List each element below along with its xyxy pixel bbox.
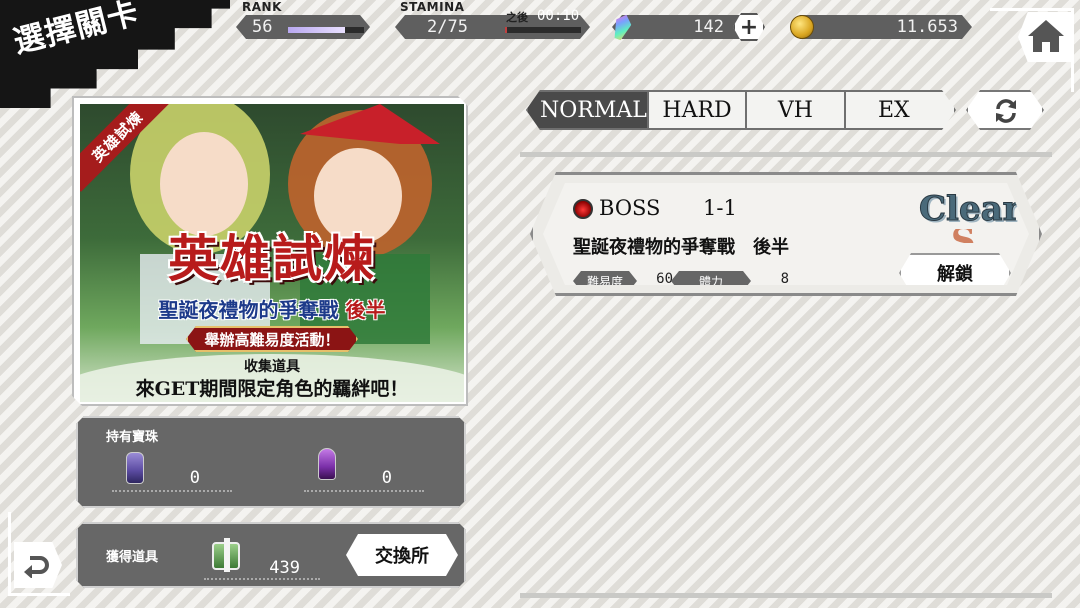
stamina-progress-fill — [505, 27, 507, 33]
gold-bar: 11.653 — [790, 15, 972, 39]
refresh-button[interactable] — [966, 90, 1044, 130]
quest-name: 聖誕夜禮物的爭奪戰 後半 — [573, 237, 789, 258]
gold-count: 11.653 — [896, 17, 958, 37]
back-icon — [24, 556, 49, 578]
difficulty-tag: 難易度 — [573, 271, 637, 291]
items-label: 獲得道具 — [106, 550, 159, 565]
stamina-cost-tag: 體力 — [671, 271, 751, 291]
event-subtitle-part: 後半 — [345, 298, 386, 322]
orbs-panel: 持有寶珠 0 0 — [76, 416, 466, 508]
quest-type: BOSS — [599, 196, 661, 220]
event-banner[interactable]: 英雄試煉 英雄試煉 聖誕夜禮物的爭奪戰 後半 舉辦高難易度活動！ 收集道具 來G… — [72, 96, 468, 406]
items-count: 439 — [204, 558, 320, 580]
event-limited-line: 來GET期間限定角色的羈絆吧！ — [135, 378, 409, 400]
difficulty-tabs: NORMAL HARD VH EX — [526, 90, 954, 130]
orbs-label: 持有寶珠 — [106, 430, 159, 445]
exchange-button[interactable]: 交換所 — [346, 534, 458, 576]
tab-vh[interactable]: VH — [745, 90, 846, 130]
refresh-icon — [992, 97, 1020, 125]
stamina-progress — [505, 27, 581, 33]
rank-progress-fill — [288, 27, 345, 33]
quest-list-top-border — [520, 152, 1052, 157]
stamina-value: 2/75 — [427, 17, 468, 37]
coin-icon — [790, 15, 814, 39]
tab-normal[interactable]: NORMAL — [526, 90, 649, 130]
quest-number: 1-1 — [703, 196, 737, 220]
event-hard-note: 舉辦高難易度活動！ — [186, 326, 358, 352]
clear-stamp: Clear — [919, 189, 1021, 229]
stamina-timer: 00:10 — [537, 8, 580, 24]
difficulty-value: 60 — [639, 271, 673, 289]
rank-progress — [288, 27, 364, 33]
quest-card-inner: BOSS 1-1 聖誕夜禮物的爭奪戰 後半 難易度 60 體力 8 Clear … — [543, 183, 1029, 285]
gem-count: 142 — [693, 17, 724, 37]
event-subtitle: 聖誕夜禮物的爭奪戰 後半 — [80, 294, 464, 323]
rank-stamp: S — [951, 229, 981, 243]
tab-ex[interactable]: EX — [844, 90, 956, 130]
quest-card[interactable]: BOSS 1-1 聖誕夜禮物的爭奪戰 後半 難易度 60 體力 8 Clear … — [530, 172, 1042, 296]
home-button[interactable] — [990, 8, 1074, 92]
rank-bar: 56 — [236, 15, 370, 39]
home-icon — [1028, 20, 1064, 52]
boss-icon — [573, 199, 593, 219]
back-button[interactable] — [8, 512, 70, 596]
stamina-cost-value: 8 — [755, 271, 789, 289]
stamina-label: STAMINA — [400, 0, 465, 14]
event-title: 英雄試煉 — [168, 229, 376, 288]
quest-list-bottom-border — [520, 593, 1052, 598]
rank-value: 56 — [252, 17, 273, 37]
tab-hard[interactable]: HARD — [646, 90, 748, 130]
event-banner-art: 英雄試煉 英雄試煉 聖誕夜禮物的爭奪戰 後半 舉辦高難易度活動！ 收集道具 來G… — [80, 104, 464, 402]
event-collect-line: 收集道具 — [244, 359, 300, 375]
items-panel: 獲得道具 439 交換所 — [76, 522, 466, 588]
stamina-after-label: 之後 — [506, 11, 528, 24]
unlock-button[interactable]: 解鎖 — [899, 253, 1011, 293]
orb1-count: 0 — [112, 468, 232, 492]
rank-label: RANK — [242, 0, 282, 14]
event-subtitle-main: 聖誕夜禮物的爭奪戰 — [158, 298, 339, 322]
plus-icon: + — [739, 14, 759, 40]
orb2-count: 0 — [304, 468, 424, 492]
